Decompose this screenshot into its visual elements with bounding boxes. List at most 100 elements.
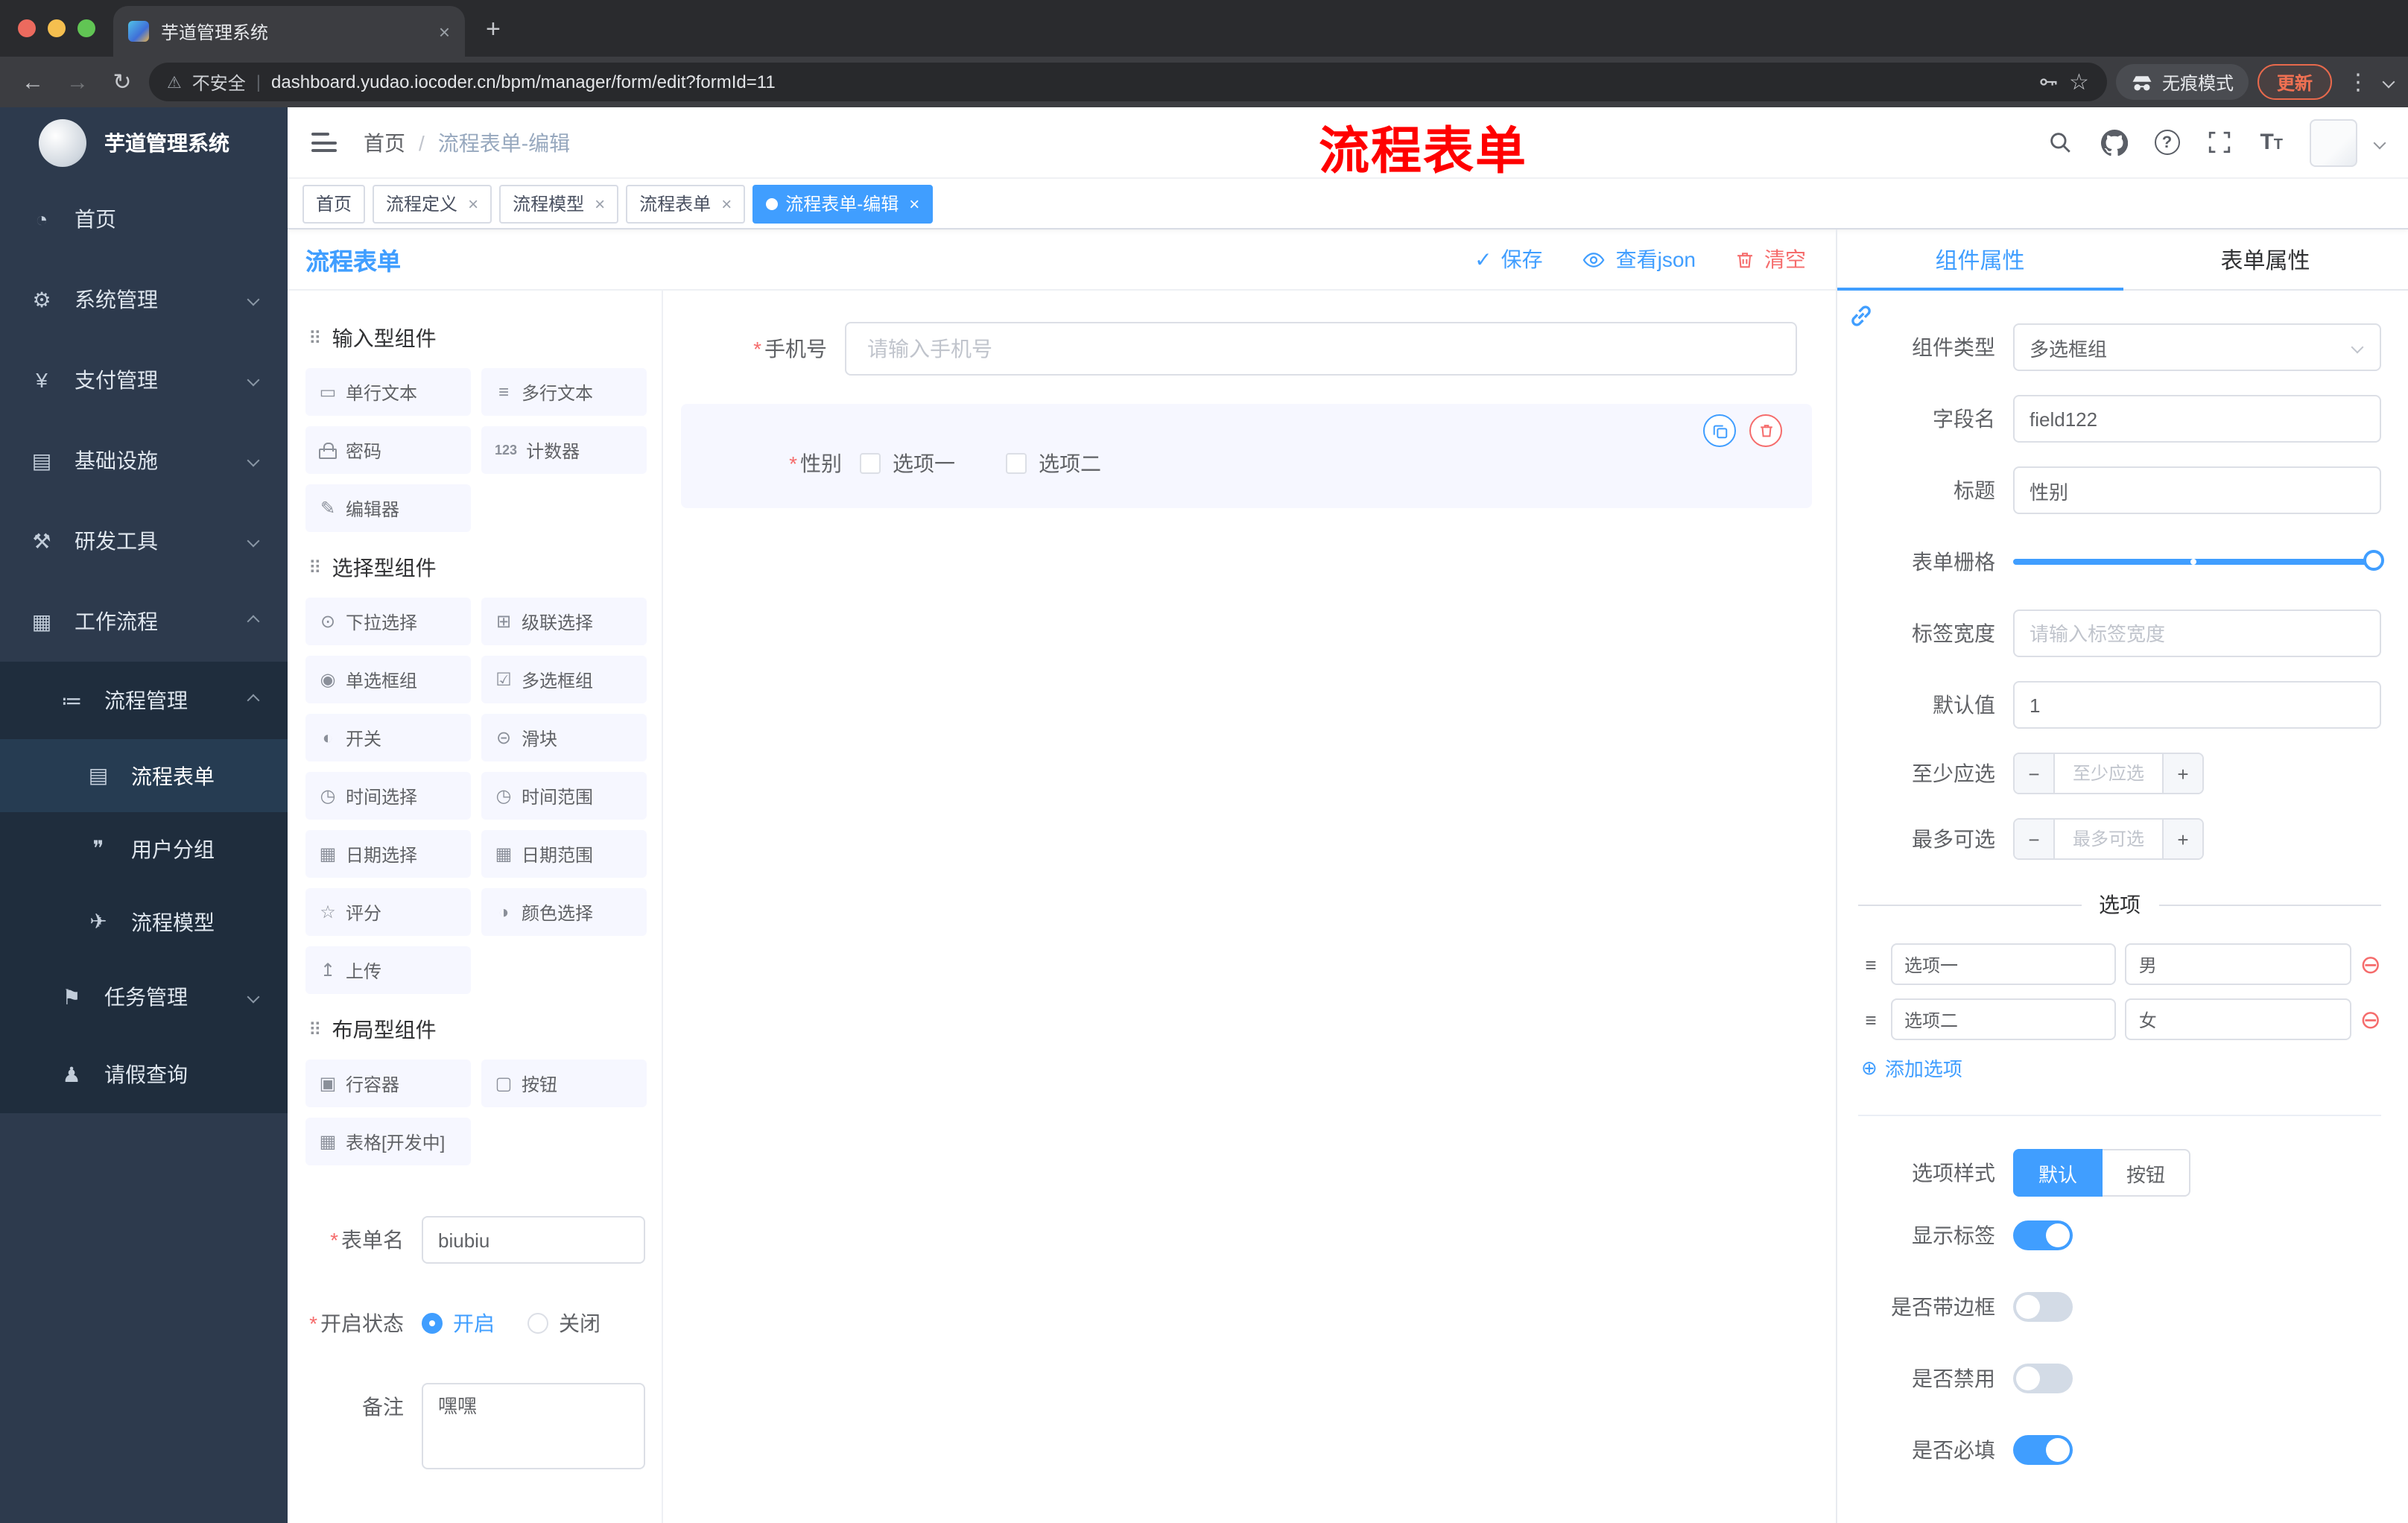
hamburger-icon[interactable]: [311, 133, 337, 152]
style-button-button[interactable]: 按钮: [2103, 1149, 2191, 1197]
add-option-button[interactable]: ⊕ 添加选项: [1861, 1054, 2381, 1082]
drag-handle-icon[interactable]: ≡: [1858, 953, 1882, 975]
remove-option-icon[interactable]: ⊖: [2360, 1007, 2382, 1032]
palette-item-editor[interactable]: ✎ 编辑器: [305, 484, 471, 532]
gender-option-1-checkbox[interactable]: 选项一: [860, 449, 955, 478]
sidebar-item-payment[interactable]: ¥ 支付管理: [0, 340, 288, 420]
avatar-caret-icon[interactable]: [2373, 136, 2386, 149]
plus-button[interactable]: +: [2162, 754, 2202, 793]
search-icon[interactable]: [2047, 129, 2073, 156]
title-input[interactable]: [2013, 466, 2381, 514]
palette-item-table[interactable]: ▦ 表格[开发中]: [305, 1118, 471, 1165]
palette-item-button[interactable]: ▢ 按钮: [481, 1060, 647, 1107]
breadcrumb-home[interactable]: 首页: [364, 127, 405, 157]
form-remark-textarea[interactable]: 嘿嘿: [422, 1383, 645, 1469]
palette-item-radio-group[interactable]: ◉ 单选框组: [305, 656, 471, 703]
palette-item-slider[interactable]: ⊝ 滑块: [481, 714, 647, 762]
view-json-button[interactable]: 查看json: [1582, 244, 1696, 274]
tag-home[interactable]: 首页: [302, 184, 366, 223]
gender-field-selected[interactable]: * 性别 选项一 选项二: [681, 404, 1812, 508]
palette-item-switch[interactable]: ◐ 开关: [305, 714, 471, 762]
sidebar-item-user-group[interactable]: ❞ 用户分组: [0, 812, 288, 885]
required-switch[interactable]: [2013, 1435, 2073, 1465]
bookmark-star-icon[interactable]: ☆: [2069, 69, 2089, 95]
option-value-input[interactable]: [2125, 943, 2351, 985]
corner-link-icon[interactable]: [1846, 301, 1876, 331]
phone-field[interactable]: * 手机号: [681, 305, 1812, 392]
delete-component-button[interactable]: [1749, 414, 1782, 447]
slider-handle[interactable]: [2363, 550, 2384, 571]
save-button[interactable]: ✓ 保存: [1474, 244, 1542, 274]
tab-form-props[interactable]: 表单属性: [2123, 229, 2408, 289]
option-value-input[interactable]: [2125, 998, 2351, 1040]
browser-menu-icon[interactable]: ⋮: [2341, 69, 2375, 95]
palette-item-single-line-text[interactable]: ▭ 单行文本: [305, 368, 471, 416]
remove-option-icon[interactable]: ⊖: [2360, 952, 2382, 977]
github-icon[interactable]: [2100, 129, 2128, 156]
max-select-input[interactable]: [2055, 820, 2162, 858]
tag-process-definition[interactable]: 流程定义 ×: [373, 184, 492, 223]
tag-process-form-edit[interactable]: 流程表单-编辑 ×: [752, 184, 934, 223]
minus-button[interactable]: −: [2015, 754, 2055, 793]
gender-option-2-checkbox[interactable]: 选项二: [1006, 449, 1101, 478]
browser-tab[interactable]: 芋道管理系统 ×: [113, 6, 465, 57]
palette-item-select[interactable]: ⊙ 下拉选择: [305, 598, 471, 645]
zoom-window-button[interactable]: [77, 19, 95, 37]
sidebar-item-task-management[interactable]: ⚑ 任务管理: [0, 958, 288, 1036]
sidebar-item-devtools[interactable]: ⚒ 研发工具: [0, 501, 288, 581]
palette-item-counter[interactable]: 123 计数器: [481, 426, 647, 474]
copy-component-button[interactable]: [1703, 414, 1736, 447]
tag-close-icon[interactable]: ×: [468, 193, 478, 214]
plus-button[interactable]: +: [2162, 820, 2202, 858]
font-size-icon[interactable]: TT: [2260, 130, 2283, 155]
phone-field-input[interactable]: [845, 322, 1797, 376]
disabled-switch[interactable]: [2013, 1364, 2073, 1393]
palette-item-date-range[interactable]: ▦ 日期范围: [481, 830, 647, 878]
form-grid-slider[interactable]: [2013, 538, 2384, 586]
address-bar[interactable]: ⚠ 不安全 | dashboard.yudao.iocoder.cn/bpm/m…: [149, 63, 2107, 101]
tag-close-icon[interactable]: ×: [595, 193, 605, 214]
sidebar-item-home[interactable]: ◔ 首页: [0, 179, 288, 259]
palette-item-color-picker[interactable]: ◑ 颜色选择: [481, 888, 647, 936]
clear-button[interactable]: 清空: [1734, 244, 1806, 274]
close-window-button[interactable]: [18, 19, 36, 37]
fullscreen-icon[interactable]: [2206, 129, 2233, 156]
browser-chevron-icon[interactable]: [2382, 75, 2395, 89]
minimize-window-button[interactable]: [48, 19, 66, 37]
help-icon[interactable]: ?: [2154, 130, 2180, 155]
palette-item-date-picker[interactable]: ▦ 日期选择: [305, 830, 471, 878]
drag-handle-icon[interactable]: ≡: [1858, 1008, 1882, 1030]
palette-item-time-range[interactable]: ◷ 时间范围: [481, 772, 647, 820]
tab-component-props[interactable]: 组件属性: [1837, 229, 2123, 291]
palette-item-cascader[interactable]: ⊞ 级联选择: [481, 598, 647, 645]
sidebar-item-infrastructure[interactable]: ▤ 基础设施: [0, 420, 288, 501]
palette-item-rate[interactable]: ☆ 评分: [305, 888, 471, 936]
palette-item-upload[interactable]: ↥ 上传: [305, 946, 471, 994]
tag-close-icon[interactable]: ×: [909, 193, 919, 214]
palette-item-time-picker[interactable]: ◷ 时间选择: [305, 772, 471, 820]
sidebar-item-process-management[interactable]: ≔ 流程管理: [0, 662, 288, 739]
avatar[interactable]: [2310, 118, 2357, 166]
sidebar-logo[interactable]: 芋道管理系统: [0, 107, 288, 179]
minus-button[interactable]: −: [2015, 820, 2055, 858]
tag-process-model[interactable]: 流程模型 ×: [499, 184, 619, 223]
status-off-radio[interactable]: 关闭: [527, 1308, 601, 1338]
new-tab-button[interactable]: +: [486, 15, 501, 57]
security-warning-icon[interactable]: ⚠: [167, 72, 182, 92]
status-on-radio[interactable]: 开启: [422, 1308, 495, 1338]
sidebar-item-workflow[interactable]: ▦ 工作流程: [0, 581, 288, 662]
sidebar-item-process-model[interactable]: ✈ 流程模型: [0, 885, 288, 958]
sidebar-item-system[interactable]: ⚙ 系统管理: [0, 259, 288, 340]
sidebar-item-leave-query[interactable]: ♟ 请假查询: [0, 1036, 288, 1113]
forward-icon[interactable]: →: [60, 69, 95, 95]
show-label-switch[interactable]: [2013, 1220, 2073, 1250]
palette-item-password[interactable]: 密码: [305, 426, 471, 474]
component-type-select[interactable]: 多选框组: [2013, 323, 2381, 371]
form-name-input[interactable]: [422, 1216, 645, 1264]
url-text[interactable]: dashboard.yudao.iocoder.cn/bpm/manager/f…: [271, 72, 2027, 92]
min-select-input[interactable]: [2055, 754, 2162, 793]
tag-close-icon[interactable]: ×: [721, 193, 732, 214]
back-icon[interactable]: ←: [15, 69, 51, 95]
tab-close-icon[interactable]: ×: [439, 20, 450, 42]
label-width-input[interactable]: [2013, 609, 2381, 657]
